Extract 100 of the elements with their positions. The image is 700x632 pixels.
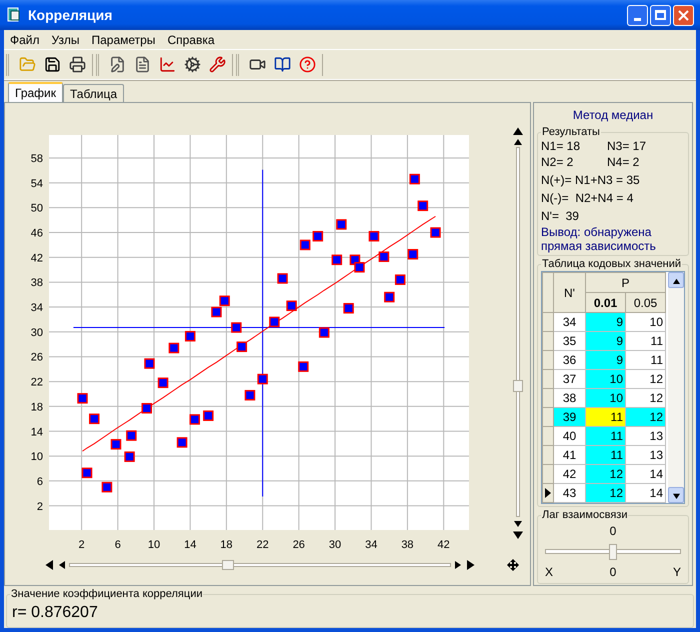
window-title: Корреляция — [28, 6, 114, 25]
data-point — [394, 274, 406, 285]
data-point — [318, 327, 330, 338]
data-point — [277, 273, 288, 284]
table-cell: 12 — [626, 388, 666, 408]
vertical-thumb[interactable] — [513, 380, 523, 392]
row-header — [542, 272, 554, 312]
table-cell: 41 — [554, 446, 586, 464]
data-point — [102, 482, 112, 492]
column-header: P — [586, 272, 666, 292]
minimize-button[interactable] — [627, 4, 648, 26]
y-tick-label: 46 — [30, 228, 43, 240]
column-header[interactable]: 0.05 — [626, 292, 666, 312]
scroll-up-button[interactable] — [668, 272, 684, 288]
data-point — [430, 227, 441, 238]
step-up-arrow[interactable] — [514, 137, 522, 145]
step-down-arrow[interactable] — [514, 519, 522, 527]
caret-icon[interactable] — [672, 492, 680, 498]
y-tick-label: 14 — [30, 426, 43, 438]
scroll-down-button[interactable] — [668, 487, 684, 503]
lag-slider-thumb[interactable] — [609, 544, 617, 560]
tab[interactable]: Таблица — [63, 84, 124, 102]
horizontal-thumb[interactable] — [222, 560, 234, 570]
data-point — [269, 316, 280, 328]
app-icon — [6, 7, 22, 23]
count-text: N2= 2 — [541, 155, 574, 169]
data-point — [332, 254, 342, 266]
maximize-icon — [655, 10, 666, 20]
data-point — [124, 451, 135, 462]
tab[interactable]: График — [8, 82, 63, 102]
caret-icon[interactable] — [672, 276, 680, 284]
x-tick-label: 18 — [220, 539, 233, 551]
y-tick-label: 54 — [30, 178, 43, 190]
count-text: N4= 2 — [607, 155, 640, 169]
y-tick-label: 34 — [30, 302, 43, 314]
table-cell: 36 — [554, 350, 586, 370]
x-tick-label: 10 — [148, 539, 160, 551]
y-tick-label: 42 — [30, 252, 43, 264]
table-cell: 37 — [554, 370, 586, 388]
table-cell: 9 — [586, 350, 626, 370]
toolbar-grip — [96, 54, 99, 76]
table-cell: 38 — [554, 388, 586, 408]
data-point — [176, 437, 188, 448]
data-point — [82, 468, 92, 478]
data-point — [408, 249, 418, 260]
count-text: N3= 17 — [607, 139, 648, 153]
column-header[interactable]: 0.01 — [586, 292, 626, 312]
table-cell: 10 — [586, 388, 626, 408]
scroll-left-arrow[interactable] — [43, 560, 53, 570]
data-point — [336, 219, 347, 230]
menu-item[interactable]: Файл — [4, 30, 46, 48]
count-text: N1= 18 — [541, 139, 582, 153]
table-cell: 12 — [586, 464, 626, 484]
x-tick-label: 30 — [328, 539, 342, 551]
table-cell: 13 — [626, 426, 666, 446]
data-point — [418, 200, 428, 212]
data-point — [126, 430, 137, 441]
step-right-arrow[interactable] — [455, 561, 463, 569]
method-title: Метод медиан — [572, 107, 654, 124]
data-point — [142, 403, 152, 414]
close-button[interactable] — [673, 4, 694, 26]
data-point — [312, 230, 324, 242]
y-tick-label: 2 — [36, 500, 43, 513]
step-left-arrow[interactable] — [57, 561, 65, 569]
menu-item[interactable]: Параметры — [85, 30, 162, 48]
lag-slider[interactable] — [545, 544, 681, 560]
scroll-right-arrow[interactable] — [467, 560, 477, 570]
row-indicator[interactable] — [542, 484, 554, 502]
menu-item[interactable]: Узлы — [46, 30, 86, 48]
y-tick-label: 30 — [30, 326, 43, 339]
table-cell: 11 — [586, 408, 626, 426]
scroll-down-arrow[interactable] — [513, 529, 523, 539]
table-cell: 11 — [586, 426, 626, 446]
data-point — [211, 306, 222, 318]
maximize-button[interactable] — [650, 4, 671, 26]
table-cell: 34 — [554, 312, 586, 332]
book-icon — [274, 56, 290, 73]
x-tick-label: 38 — [401, 539, 414, 551]
move-icon[interactable] — [507, 559, 519, 571]
data-point — [144, 358, 155, 369]
table-cell: 40 — [554, 426, 586, 446]
table-cell: 35 — [554, 332, 586, 350]
line-chart-icon — [158, 56, 176, 73]
lag-value: 0 — [608, 523, 618, 540]
group-title: Результаты — [541, 126, 601, 139]
data-point — [110, 439, 122, 450]
menu-item[interactable]: Справка — [161, 30, 221, 48]
scroll-up-arrow[interactable] — [513, 125, 523, 135]
table-cell: 13 — [626, 446, 666, 464]
table-cell: 14 — [626, 464, 666, 484]
axis-label: 0 — [610, 564, 616, 581]
data-point — [378, 251, 390, 262]
y-tick-label: 38 — [30, 277, 43, 290]
group-title: Таблица кодовых значений — [541, 258, 682, 271]
data-point — [203, 410, 214, 421]
correlation-value: r= 0.876207 — [11, 604, 98, 621]
data-point — [77, 393, 88, 404]
scrollbar[interactable] — [668, 272, 684, 503]
toolbar-grip — [6, 54, 9, 76]
x-tick-label: 2 — [78, 539, 85, 551]
